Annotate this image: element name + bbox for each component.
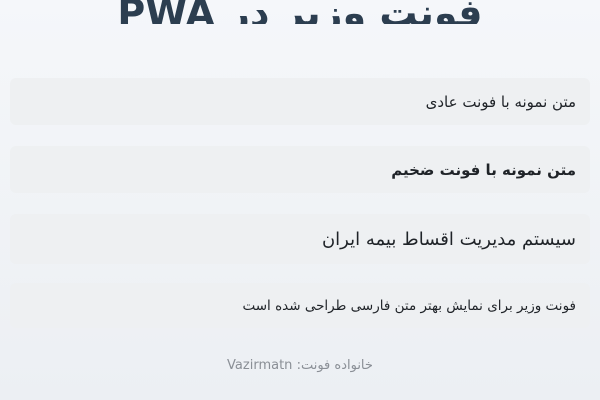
sample-card-regular: متن نمونه با فونت عادی xyxy=(10,78,590,125)
sample-card-large: سیستم مدیریت اقساط بیمه ایران xyxy=(10,214,590,264)
sample-text-regular: متن نمونه با فونت عادی xyxy=(425,92,576,111)
font-family-label: خانواده فونت: xyxy=(296,358,373,373)
sample-text-large: سیستم مدیریت اقساط بیمه ایران xyxy=(321,228,576,250)
sample-card-small: فونت وزیر برای نمایش بهتر متن فارسی طراح… xyxy=(10,283,590,328)
font-family-value: Vazirmatn xyxy=(227,358,293,373)
sample-card-bold: متن نمونه با فونت ضخیم xyxy=(10,146,590,193)
page-title: فونت وزیر در PWA xyxy=(117,0,483,24)
sample-text-bold: متن نمونه با فونت ضخیم xyxy=(391,160,576,179)
sample-text-small: فونت وزیر برای نمایش بهتر متن فارسی طراح… xyxy=(242,297,576,314)
font-family-footer: خانواده فونت: Vazirmatn xyxy=(0,358,600,373)
